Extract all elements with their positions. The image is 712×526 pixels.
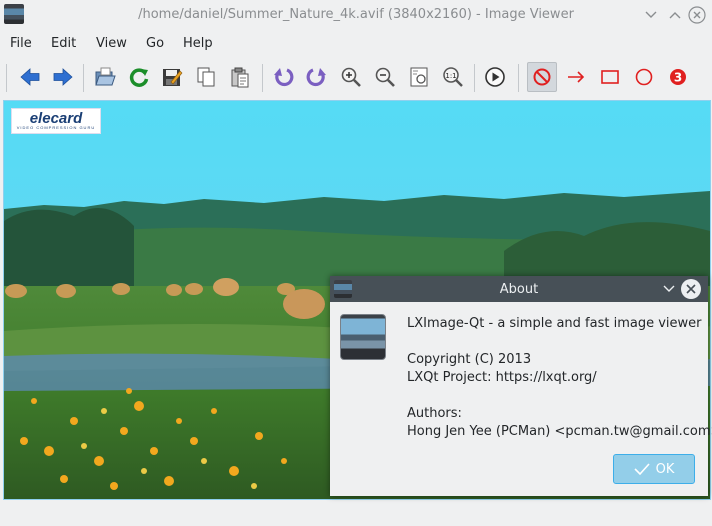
annotation-circle-button[interactable]	[629, 62, 659, 92]
ok-button[interactable]: OK	[613, 454, 695, 484]
title-bar: /home/daniel/Summer_Nature_4k.avif (3840…	[0, 0, 712, 30]
no-annotation-icon	[533, 68, 551, 86]
folder-open-icon	[95, 67, 116, 86]
app-logo-icon	[340, 314, 386, 360]
toolbar-separator	[83, 64, 84, 92]
chevron-down-icon	[663, 285, 675, 292]
slideshow-button[interactable]	[480, 62, 510, 92]
annotation-none-button[interactable]	[527, 62, 557, 92]
zoom-in-button[interactable]	[336, 62, 366, 92]
toolbar-handle	[6, 64, 7, 92]
zoom-original-button[interactable]: 1:1	[438, 62, 468, 92]
close-icon	[688, 6, 706, 24]
maximize-button[interactable]	[666, 6, 684, 24]
chevron-down-icon	[645, 11, 657, 18]
about-authors-label: Authors:	[407, 406, 462, 421]
number-annotation-icon: 3	[670, 69, 686, 85]
zoom-in-icon	[341, 67, 361, 87]
arrow-right-icon	[53, 68, 73, 86]
next-button[interactable]	[48, 62, 78, 92]
menu-go[interactable]: Go	[146, 36, 164, 51]
menu-file[interactable]: File	[10, 36, 32, 51]
minimize-button[interactable]	[642, 6, 660, 24]
copy-icon	[197, 67, 215, 87]
reload-button[interactable]	[124, 62, 154, 92]
dialog-close-button[interactable]	[681, 279, 701, 299]
paste-button[interactable]	[225, 62, 255, 92]
rotate-cw-icon	[306, 68, 326, 87]
menu-edit[interactable]: Edit	[51, 36, 76, 51]
zoom-out-button[interactable]	[370, 62, 400, 92]
window-title: /home/daniel/Summer_Nature_4k.avif (3840…	[138, 7, 574, 22]
about-author: Hong Jen Yee (PCMan) <pcman.tw@gmail.com…	[407, 424, 712, 439]
annotation-rectangle-button[interactable]	[595, 62, 625, 92]
open-button[interactable]	[90, 62, 120, 92]
about-copyright: Copyright (C) 2013	[407, 352, 532, 367]
number-annotation-label: 3	[674, 71, 682, 85]
toolbar: 1:1 3	[0, 58, 712, 98]
about-dialog: About LXImage-Qt - a simple and fast ima…	[330, 276, 712, 496]
previous-button[interactable]	[15, 62, 45, 92]
zoom-original-icon: 1:1	[443, 67, 463, 87]
zoom-fit-button[interactable]	[404, 62, 434, 92]
arrow-annotation-icon	[568, 71, 585, 83]
rotate-ccw-icon	[274, 68, 294, 87]
paste-icon	[231, 67, 249, 88]
checkmark-icon	[634, 463, 650, 475]
close-button[interactable]	[688, 6, 706, 24]
save-as-button[interactable]	[157, 62, 187, 92]
about-dialog-title: About	[499, 282, 539, 297]
ok-button-label: OK	[655, 461, 675, 477]
elecard-logo: elecard VIDEO COMPRESSION GURU	[11, 108, 101, 134]
zoom-fit-icon	[410, 67, 428, 87]
zoom-out-icon	[375, 67, 395, 87]
circle-annotation-icon	[635, 68, 653, 86]
about-description: LXImage-Qt - a simple and fast image vie…	[407, 316, 702, 331]
zoom-original-label: 1:1	[445, 72, 456, 80]
reload-icon	[129, 68, 149, 87]
toolbar-separator	[262, 64, 263, 92]
play-icon	[485, 67, 505, 87]
annotation-arrow-button[interactable]	[561, 62, 591, 92]
copy-button[interactable]	[191, 62, 221, 92]
menu-view[interactable]: View	[96, 36, 127, 51]
chevron-up-icon	[669, 12, 681, 19]
toolbar-separator	[518, 64, 519, 92]
about-project: LXQt Project: https://lxqt.org/	[407, 370, 597, 385]
arrow-left-icon	[20, 68, 40, 86]
rotate-counterclockwise-button[interactable]	[268, 62, 298, 92]
annotation-number-button[interactable]: 3	[663, 62, 693, 92]
logo-subtext: VIDEO COMPRESSION GURU	[16, 125, 96, 130]
menu-help[interactable]: Help	[183, 36, 213, 51]
menu-bar: File Edit View Go Help	[0, 32, 712, 56]
close-icon	[686, 284, 696, 294]
dialog-minimize-button[interactable]	[660, 280, 678, 298]
toolbar-separator	[474, 64, 475, 92]
about-dialog-titlebar[interactable]: About	[330, 276, 708, 302]
save-as-icon	[163, 69, 183, 86]
rotate-clockwise-button[interactable]	[302, 62, 332, 92]
rectangle-annotation-icon	[601, 70, 619, 84]
